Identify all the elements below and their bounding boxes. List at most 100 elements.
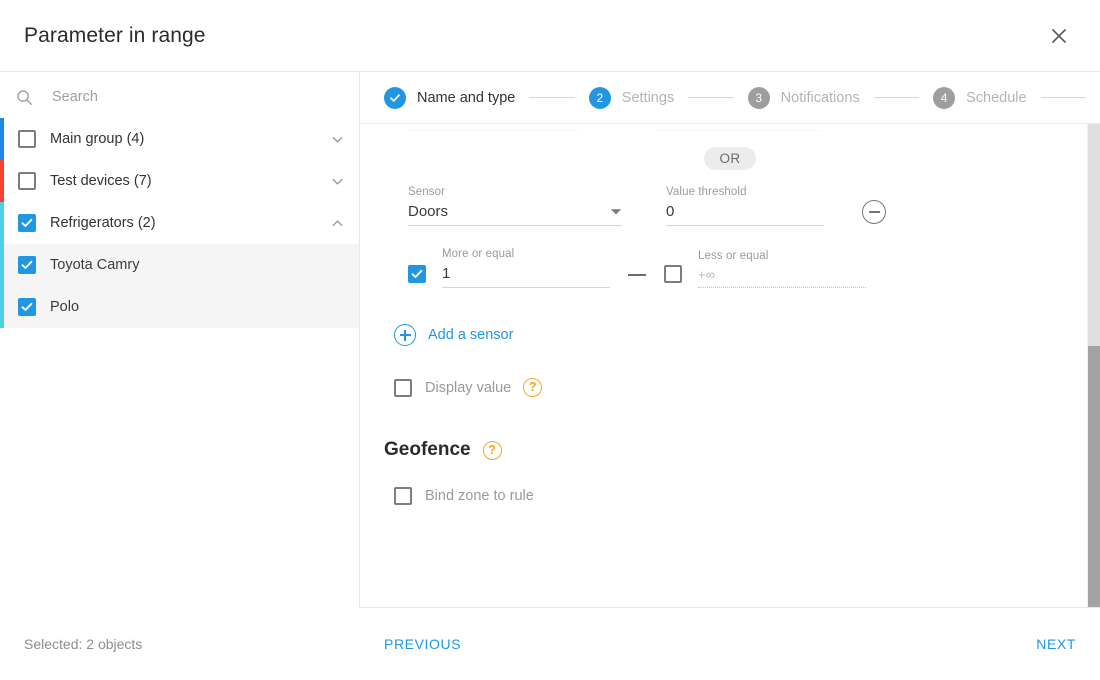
display-value-checkbox[interactable] xyxy=(394,378,412,397)
group-checkbox[interactable] xyxy=(18,172,36,190)
group-checkbox[interactable] xyxy=(18,214,36,232)
value-threshold-field[interactable]: Value threshold 0 xyxy=(666,186,824,226)
more-or-equal-value: 1 xyxy=(442,265,451,282)
step-label: Schedule xyxy=(966,89,1027,106)
wizard-stepper: Name and type 2 Settings 3 Notifications… xyxy=(360,72,1100,124)
sidebar-item-polo[interactable]: Polo xyxy=(0,286,359,328)
tab-notifications[interactable]: 3 Notifications xyxy=(747,86,860,109)
chevron-down-icon[interactable] xyxy=(330,132,345,147)
item-checkbox[interactable] xyxy=(18,256,36,274)
question-circle-icon[interactable]: ? xyxy=(523,378,543,397)
dialog-body: Main group (4) Test devices (7) xyxy=(0,72,1100,608)
sensor-condition-row: Sensor Doors Value threshold 0 xyxy=(384,186,1076,226)
step-badge-check-icon xyxy=(384,86,406,109)
settings-form: OR Sensor Doors Value threshold 0 More o… xyxy=(360,124,1100,608)
geofence-section-header: Geofence ? xyxy=(384,439,1076,461)
scrollbar-thumb[interactable] xyxy=(1088,346,1100,607)
stepper-connector xyxy=(529,97,575,98)
bind-zone-checkbox[interactable] xyxy=(394,487,412,505)
minus-circle-icon[interactable] xyxy=(862,200,886,224)
sidebar-group-label: Test devices (7) xyxy=(50,173,152,189)
objects-sidebar: Main group (4) Test devices (7) xyxy=(0,72,360,608)
sensor-select-label: Sensor xyxy=(408,186,446,198)
less-or-equal-value: +∞ xyxy=(698,267,715,282)
sidebar-item-label: Polo xyxy=(50,299,80,315)
child-color-bar xyxy=(0,244,4,286)
selected-count-label: Selected: 2 objects xyxy=(24,636,143,652)
previous-button[interactable]: PREVIOUS xyxy=(384,636,461,652)
stepper-connector xyxy=(873,97,920,98)
scrollbar-track[interactable] xyxy=(1088,124,1100,607)
less-or-equal-field[interactable]: Less or equal +∞ xyxy=(698,250,866,288)
more-or-equal-checkbox[interactable] xyxy=(408,265,426,283)
page-title: Parameter in range xyxy=(24,23,206,47)
sidebar-group-test-devices[interactable]: Test devices (7) xyxy=(0,160,359,202)
step-label: Name and type xyxy=(417,89,516,106)
less-or-equal-label: Less or equal xyxy=(698,250,769,262)
clipped-field-underline xyxy=(656,130,822,131)
sidebar-group-label: Refrigerators (2) xyxy=(50,215,156,231)
stepper-connector xyxy=(1040,97,1087,98)
sidebar-group-refrigerators[interactable]: Refrigerators (2) xyxy=(0,202,359,244)
stepper-connector xyxy=(688,97,734,98)
add-sensor-button[interactable]: Add a sensor xyxy=(384,324,1076,346)
question-circle-icon[interactable]: ? xyxy=(482,440,502,460)
chevron-down-icon[interactable] xyxy=(330,174,345,189)
group-color-bar xyxy=(0,202,4,244)
tab-name-and-type[interactable]: Name and type xyxy=(384,86,516,109)
object-tree: Main group (4) Test devices (7) Refriger… xyxy=(0,118,359,608)
next-button[interactable]: NEXT xyxy=(1036,636,1076,652)
bind-zone-label: Bind zone to rule xyxy=(425,488,534,504)
search-input[interactable] xyxy=(38,89,343,105)
value-threshold-label: Value threshold xyxy=(666,186,747,198)
chevron-down-icon[interactable] xyxy=(610,208,622,216)
wizard-content: Name and type 2 Settings 3 Notifications… xyxy=(360,72,1100,608)
step-label: Notifications xyxy=(780,89,860,106)
step-label: Settings xyxy=(621,89,675,106)
search-icon xyxy=(16,89,38,106)
close-icon[interactable] xyxy=(1042,19,1076,53)
item-checkbox[interactable] xyxy=(18,298,36,316)
tab-schedule[interactable]: 4 Schedule xyxy=(933,86,1027,109)
range-condition-row: More or equal 1 Less or equal +∞ xyxy=(384,248,1076,288)
add-sensor-label: Add a sensor xyxy=(428,327,514,343)
less-or-equal-checkbox[interactable] xyxy=(664,265,682,283)
sidebar-item-label: Toyota Camry xyxy=(50,257,140,273)
value-threshold-value: 0 xyxy=(666,203,675,220)
group-color-bar xyxy=(0,118,4,160)
more-or-equal-label: More or equal xyxy=(442,248,515,260)
display-value-label: Display value xyxy=(425,379,512,396)
tab-settings[interactable]: 2 Settings xyxy=(588,86,675,109)
child-color-bar xyxy=(0,286,4,328)
sensor-select-value: Doors xyxy=(408,203,449,220)
sidebar-item-toyota-camry[interactable]: Toyota Camry xyxy=(0,244,359,286)
chevron-up-icon[interactable] xyxy=(330,216,345,231)
bind-zone-row: Bind zone to rule xyxy=(384,487,1076,505)
content-scrollbar[interactable] xyxy=(1087,124,1100,607)
less-or-equal-group: Less or equal +∞ xyxy=(664,250,866,288)
clipped-previous-sensor-row xyxy=(384,124,1076,131)
parameter-in-range-dialog: Parameter in range Search Main group (4)… xyxy=(0,0,1100,680)
group-color-bar xyxy=(0,160,4,202)
group-checkbox[interactable] xyxy=(18,130,36,148)
step-badge: 4 xyxy=(933,86,956,109)
scrollbar-track-upper[interactable] xyxy=(1088,124,1100,346)
sidebar-group-label: Main group (4) xyxy=(50,131,145,147)
step-badge: 3 xyxy=(747,86,770,109)
search-row xyxy=(0,76,359,118)
display-value-row: Display value ? xyxy=(384,378,1076,397)
dialog-titlebar: Parameter in range xyxy=(0,0,1100,72)
footer-actions: PREVIOUS NEXT xyxy=(360,636,1100,652)
dialog-footer: Selected: 2 objects PREVIOUS NEXT xyxy=(0,608,1100,680)
more-or-equal-field[interactable]: More or equal 1 xyxy=(442,248,610,288)
or-chip-label: OR xyxy=(704,147,756,170)
clipped-field-underline xyxy=(408,130,578,131)
sidebar-group-main-group[interactable]: Main group (4) xyxy=(0,118,359,160)
or-separator: OR xyxy=(384,147,1076,170)
geofence-title: Geofence xyxy=(384,439,471,460)
step-badge: 2 xyxy=(588,86,611,109)
sensor-select[interactable]: Sensor Doors xyxy=(408,186,622,226)
more-or-equal-group: More or equal 1 xyxy=(408,248,610,288)
plus-circle-icon xyxy=(394,324,416,346)
range-separator-dash xyxy=(628,274,646,276)
